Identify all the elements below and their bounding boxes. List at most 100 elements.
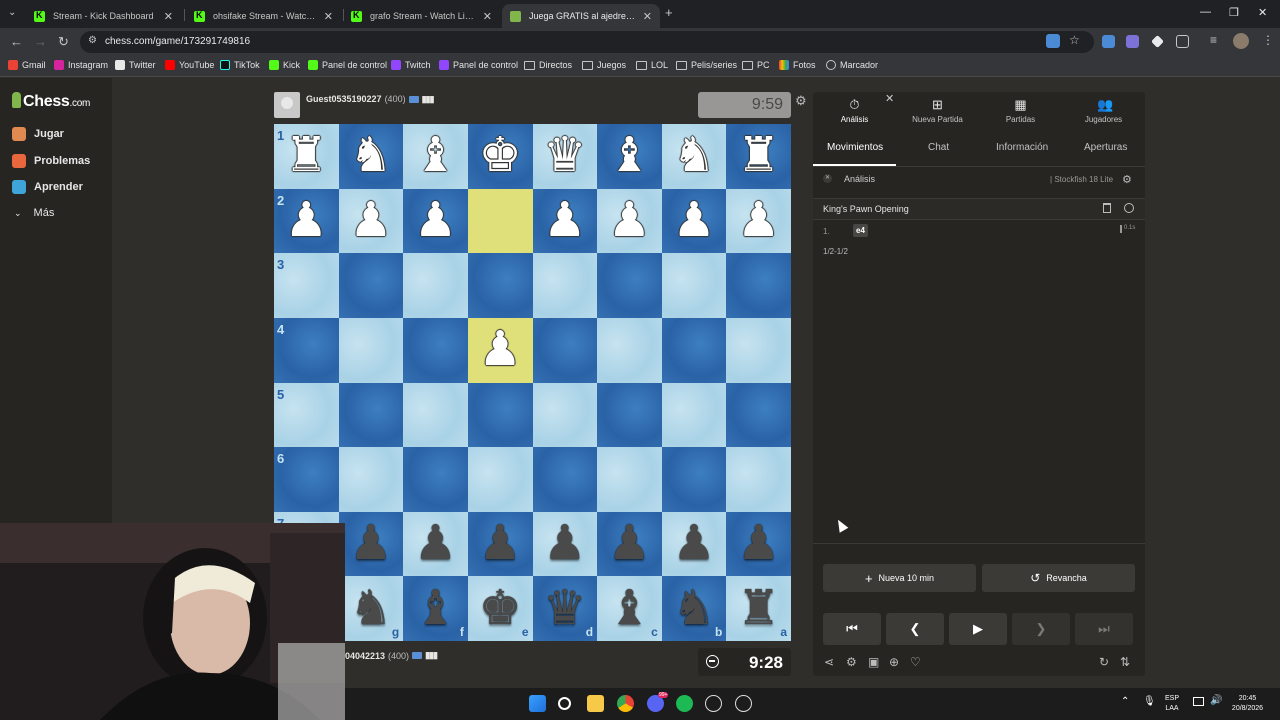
spotify-icon[interactable] — [676, 695, 693, 712]
black-knight-piece[interactable]: ♞ — [673, 584, 716, 633]
tray-chevron-up-icon[interactable]: ⌃ — [1121, 696, 1129, 707]
board-square-d2[interactable]: ♟ — [532, 188, 598, 254]
omnibox[interactable]: ⚙ chess.com/game/173291749816 ☆ — [80, 31, 1094, 53]
previous-move-button[interactable]: ❮ — [886, 613, 944, 645]
board-square-h1[interactable]: 1 ♜ — [274, 124, 339, 189]
bookmark-kick-panel[interactable]: Panel de control — [308, 60, 387, 70]
last-move-button[interactable]: ⏭ — [1075, 613, 1133, 645]
board-square-c6[interactable] — [597, 447, 662, 512]
tab-grafo-stream[interactable]: grafo Stream - Watch Live on K ✕ — [343, 4, 500, 28]
board-square-a6[interactable] — [726, 447, 791, 512]
subtab-aperturas[interactable]: Aperturas — [1084, 142, 1127, 153]
board-square-b6[interactable] — [661, 447, 727, 512]
board-square-d7[interactable]: ♟ — [532, 511, 598, 577]
board-square-c8[interactable]: c ♝ — [597, 576, 662, 641]
close-icon[interactable]: ✕ — [324, 10, 333, 23]
network-icon[interactable] — [1193, 697, 1204, 706]
minimize-icon[interactable]: — — [1200, 6, 1211, 18]
close-icon[interactable]: ✕ — [643, 10, 652, 23]
white-pawn-piece[interactable]: ♟ — [349, 196, 392, 245]
board-square-b8[interactable]: b ♞ — [661, 576, 727, 641]
clock-date[interactable]: 20/8/2026 — [1225, 705, 1270, 712]
reading-list-icon[interactable]: ≡ — [1210, 33, 1217, 47]
board-square-g2[interactable]: ♟ — [338, 188, 404, 254]
board-square-a2[interactable]: ♟ — [726, 188, 791, 254]
white-pawn-piece[interactable]: ♟ — [543, 196, 586, 245]
chess-board[interactable]: 1♜♞♝♚♛♝♞♜2♟♟♟♟♟♟♟34♟567♟♟♟♟♟♟♟♟8h♜g♞f♝e♚… — [274, 124, 791, 641]
analysis-board-icon[interactable]: ⚙ — [846, 655, 857, 669]
board-square-g8[interactable]: g ♞ — [338, 576, 404, 641]
board-square-a8[interactable]: a ♜ — [726, 576, 791, 641]
file-explorer-icon[interactable] — [587, 695, 604, 712]
board-square-f8[interactable]: f ♝ — [403, 576, 468, 641]
bookmark-folder-pelis[interactable]: Pelis/series — [676, 60, 737, 70]
board-square-c2[interactable]: ♟ — [597, 188, 662, 254]
black-pawn-piece[interactable]: ♟ — [349, 520, 392, 568]
first-move-button[interactable]: ⏮ — [823, 613, 881, 645]
black-knight-piece[interactable]: ♞ — [349, 584, 392, 633]
new-game-button[interactable]: + Nueva 10 min — [823, 564, 976, 592]
black-pawn-piece[interactable]: ♟ — [543, 520, 586, 568]
share-icon[interactable]: ⋖ — [824, 655, 834, 669]
board-square-d1[interactable]: ♛ — [532, 124, 598, 189]
board-square-d6[interactable] — [532, 447, 598, 512]
trash-icon[interactable] — [1103, 203, 1111, 213]
flip-board-icon[interactable]: ▣ — [868, 655, 879, 669]
tab-ohsifake-stream[interactable]: ohsifake Stream - Watch Live o ✕ — [186, 4, 341, 28]
board-square-e4[interactable]: ♟ — [467, 317, 533, 383]
board-square-h2[interactable]: 2 ♟ — [274, 188, 339, 254]
white-pawn-piece[interactable]: ♟ — [479, 326, 522, 374]
extension-icon[interactable] — [1102, 35, 1115, 48]
board-square-e8[interactable]: e ♚ — [467, 576, 533, 641]
heart-icon[interactable]: ♡ — [910, 655, 921, 669]
board-square-h5[interactable]: 5 — [274, 382, 339, 448]
bookmark-twitch[interactable]: Twitch — [391, 60, 431, 70]
tab-analisis[interactable]: ⏱ Análisis — [813, 92, 896, 132]
search-icon[interactable] — [558, 697, 571, 710]
bookmark-folder-juegos[interactable]: Juegos — [582, 60, 626, 70]
tab-kick-dashboard[interactable]: Stream - Kick Dashboard ✕ — [26, 4, 181, 28]
board-square-b4[interactable] — [661, 317, 727, 383]
bookmark-instagram[interactable]: Instagram — [54, 60, 108, 70]
black-bishop-piece[interactable]: ♝ — [414, 584, 457, 633]
white-bishop-piece[interactable]: ♝ — [608, 132, 651, 180]
menu-kebab-icon[interactable]: ⋮ — [1262, 33, 1274, 47]
board-square-e5[interactable] — [467, 382, 533, 448]
opening-name[interactable]: King's Pawn Opening — [823, 204, 909, 214]
board-square-f2[interactable]: ♟ — [403, 188, 468, 254]
board-square-f3[interactable] — [403, 253, 468, 318]
board-square-e1[interactable]: ♚ — [467, 124, 533, 189]
board-square-c1[interactable]: ♝ — [597, 124, 662, 189]
window-close-icon[interactable]: ✕ — [1258, 6, 1267, 19]
move-white[interactable]: e4 — [853, 224, 868, 237]
tab-partidas[interactable]: ▦ Partidas — [979, 92, 1062, 132]
bookmark-youtube[interactable]: YouTube — [165, 60, 214, 70]
chess-logo[interactable]: Chess.com — [12, 92, 90, 111]
board-square-e2[interactable] — [467, 188, 533, 254]
black-pawn-piece[interactable]: ♟ — [608, 520, 651, 568]
board-square-f6[interactable] — [403, 447, 468, 512]
player-name[interactable]: Guest0535190227 — [306, 94, 382, 104]
extension-icon[interactable] — [1151, 35, 1164, 48]
sidebar-item-problemas[interactable]: Problemas — [12, 154, 90, 168]
black-king-piece[interactable]: ♚ — [479, 584, 522, 633]
board-square-e7[interactable]: ♟ — [467, 511, 533, 577]
black-pawn-piece[interactable]: ♟ — [737, 520, 780, 568]
layout-indicator[interactable]: LAA — [1163, 705, 1181, 712]
board-square-f5[interactable] — [403, 382, 468, 448]
extensions-puzzle-icon[interactable] — [1176, 35, 1189, 48]
board-square-b3[interactable] — [661, 253, 727, 318]
white-pawn-piece[interactable]: ♟ — [608, 196, 651, 245]
board-square-f7[interactable]: ♟ — [403, 511, 468, 577]
bookmark-folder-pc[interactable]: PC — [742, 60, 770, 70]
black-bishop-piece[interactable]: ♝ — [608, 584, 651, 633]
bookmark-fotos[interactable]: Fotos — [779, 60, 816, 70]
black-pawn-piece[interactable]: ♟ — [673, 520, 716, 568]
board-square-f1[interactable]: ♝ — [403, 124, 468, 189]
board-square-g5[interactable] — [338, 382, 404, 448]
tab-jugadores[interactable]: 👥 Jugadores — [1062, 92, 1145, 132]
close-icon[interactable]: ✕ — [483, 10, 492, 23]
restore-icon[interactable]: ❐ — [1229, 6, 1239, 19]
white-rook-piece[interactable]: ♜ — [285, 132, 328, 180]
board-square-g7[interactable]: ♟ — [338, 511, 404, 577]
